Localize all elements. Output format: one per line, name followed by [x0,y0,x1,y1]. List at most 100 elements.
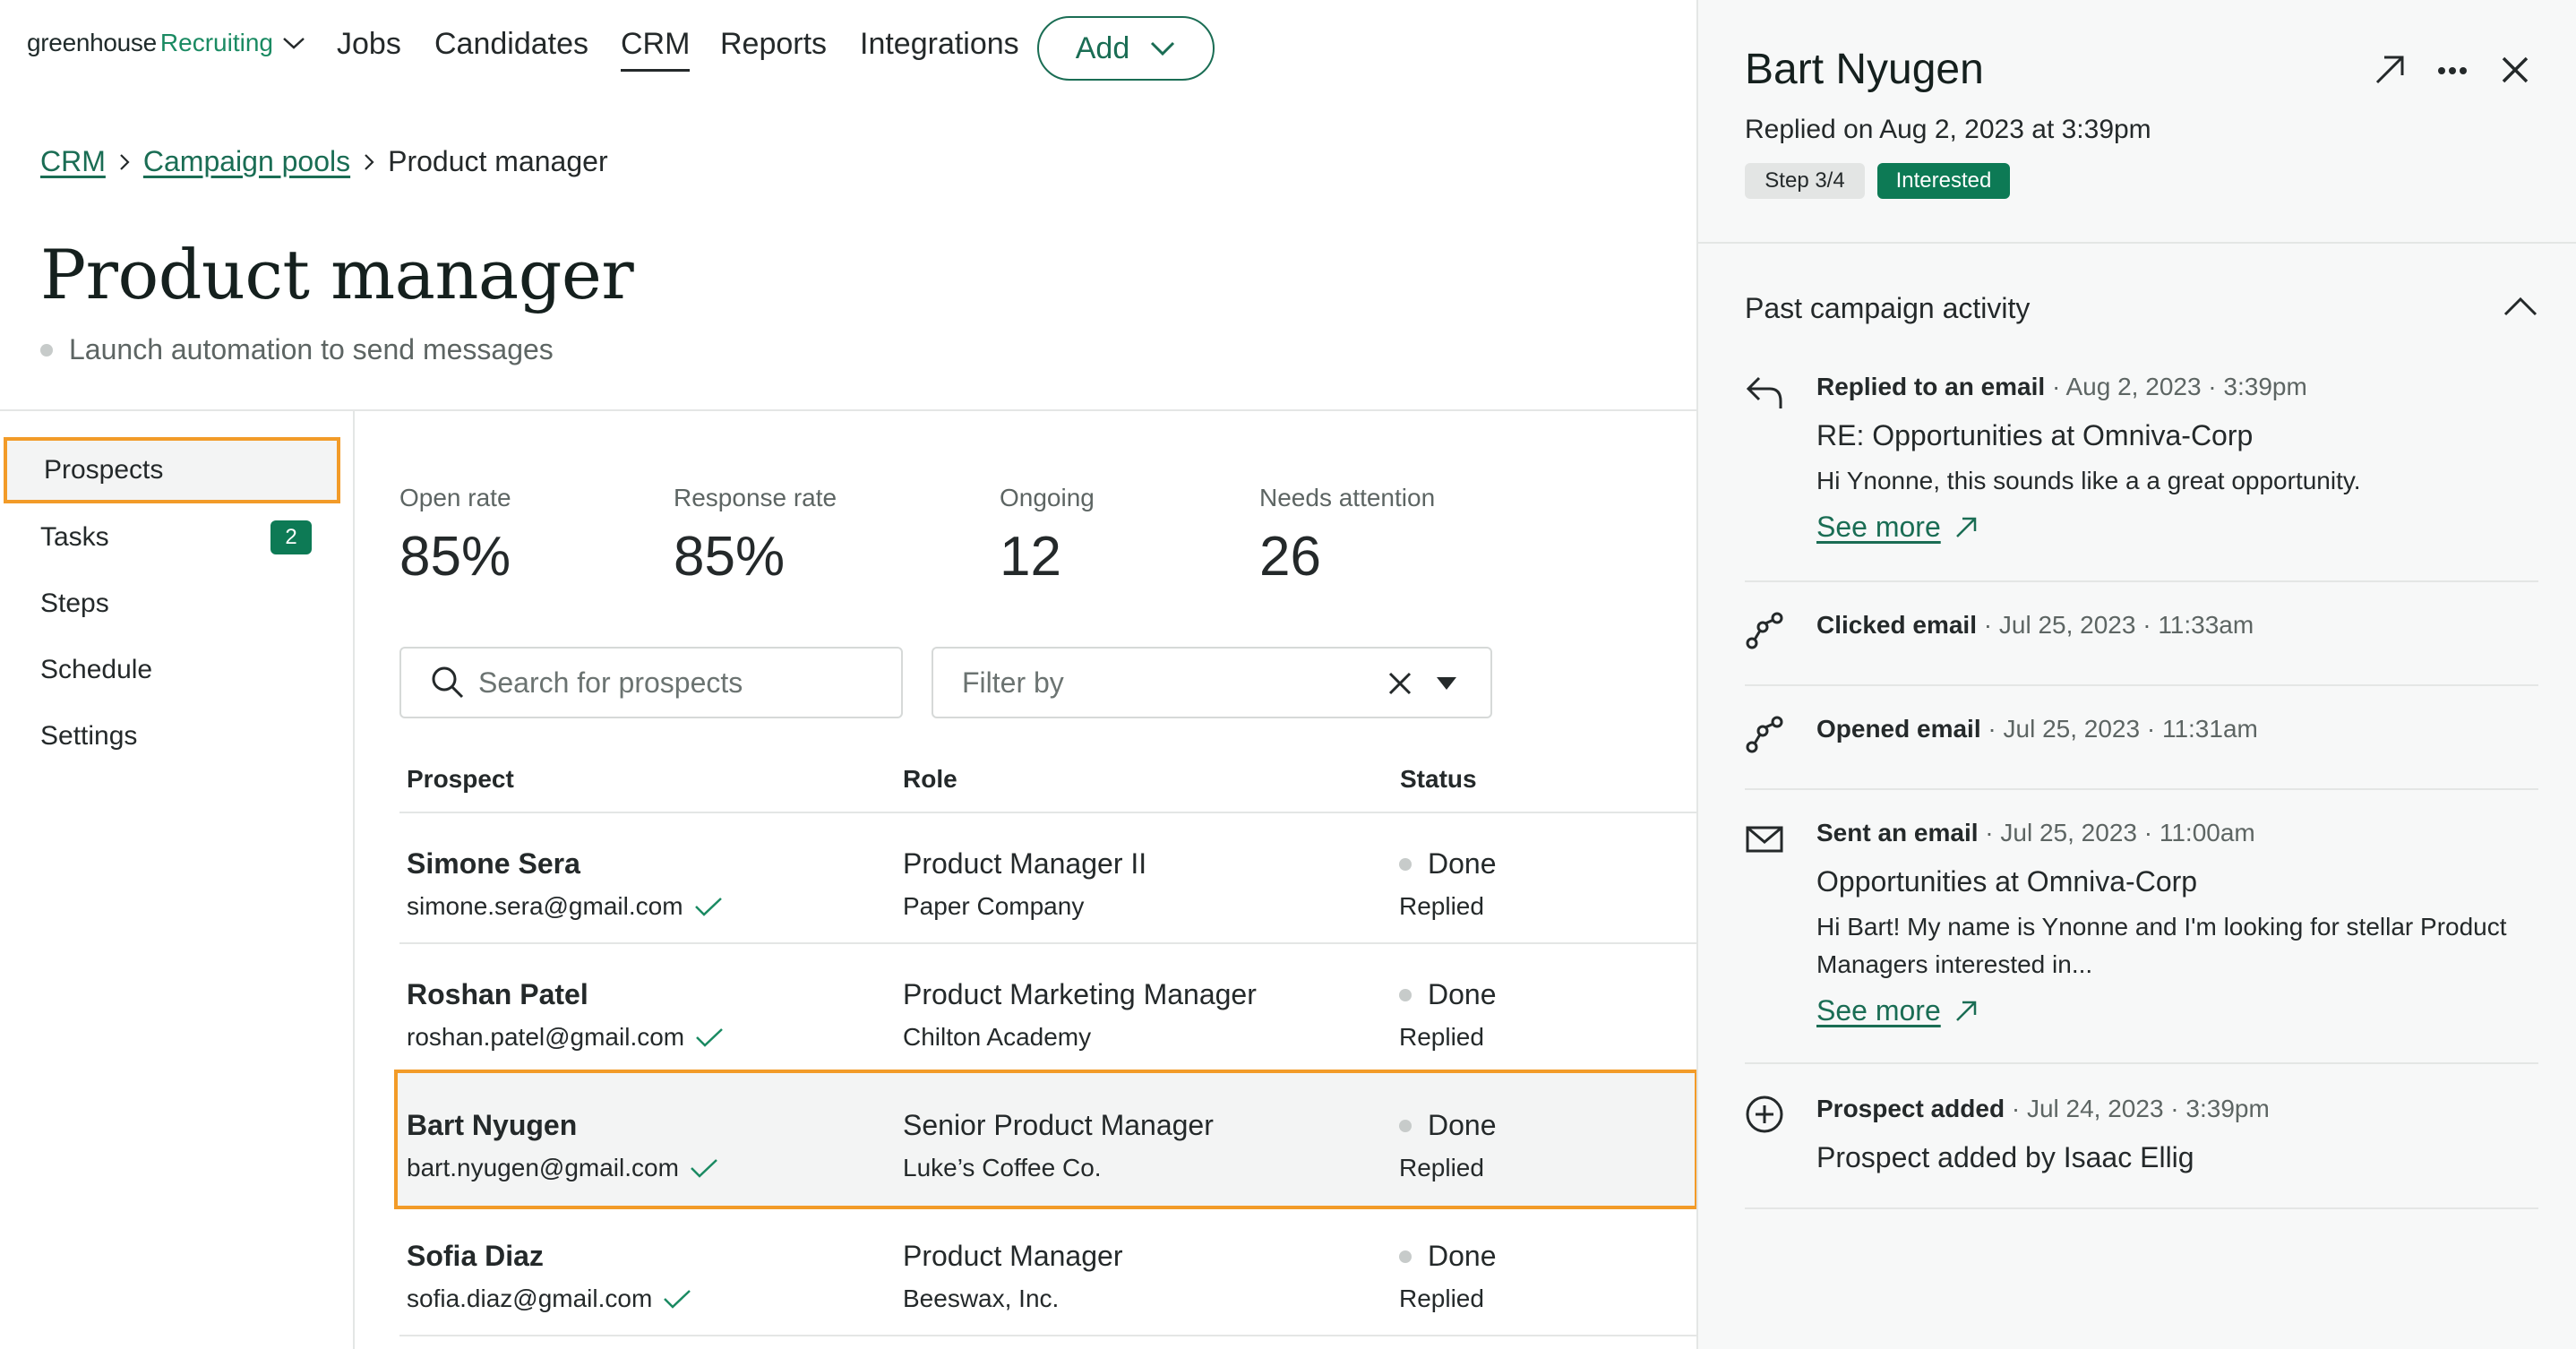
activity-divider [1745,1207,2538,1209]
prospect-status-text: Done [1428,1109,1497,1141]
step-badge: Step 3/4 [1745,163,1865,199]
breadcrumb: CRM Campaign pools Product manager [40,145,608,178]
sidebar-item-label: Tasks [40,522,109,552]
prospect-status: Done [1399,1109,1497,1142]
activity-header: Replied to an email · Aug 2, 2023 · 3:39… [1816,373,2307,401]
prospect-name[interactable]: Roshan Patel [407,978,588,1011]
prospect-name[interactable]: Sofia Diaz [407,1240,544,1273]
see-more-link[interactable]: See more [1816,511,1979,544]
prospect-email: simone.sera@gmail.com [407,892,723,921]
logo-brand: greenhouse [27,29,157,56]
sidebar-item-prospects[interactable]: Prospects [4,437,340,503]
prospect-email: sofia.diaz@gmail.com [407,1285,691,1313]
section-title: Past campaign activity [1745,292,2031,324]
nav-integrations[interactable]: Integrations [860,27,1019,62]
table-row-selected[interactable]: Bart Nyugen bart.nyugen@gmail.com Senior… [394,1070,1698,1209]
activity-meta: · Jul 24, 2023 · 3:39pm [2005,1095,2270,1122]
breadcrumb-crm[interactable]: CRM [40,145,106,178]
activity-header: Prospect added · Jul 24, 2023 · 3:39pm [1816,1095,2270,1123]
panel-prospect-name: Bart Nyugen [1745,46,1984,93]
logo-product: Recruiting [159,29,273,56]
metric-label: Ongoing [1000,484,1095,511]
panel-replied-date: Replied on Aug 2, 2023 at 3:39pm [1745,115,2151,144]
chevron-right-icon [363,152,375,172]
activity-body: Hi Ynonne, this sounds like a a great op… [1816,467,2361,494]
interested-badge: Interested [1877,163,2010,199]
prospect-status-text: Done [1428,847,1497,880]
prospect-detail-panel: Bart Nyugen Replied on Aug 2, 2023 at 3:… [1696,0,2576,1349]
verified-check-icon [694,896,723,917]
search-input[interactable]: Search for prospects [399,647,903,718]
status-dot [1399,857,1412,871]
metric-response-rate: Response rate 85% [674,484,837,589]
see-more-label: See more [1816,511,1941,543]
metric-ongoing: Ongoing 12 [1000,484,1095,589]
prospect-email-text: simone.sera@gmail.com [407,892,683,920]
chevron-up-icon[interactable] [2503,296,2538,317]
sidebar-item-tasks[interactable]: Tasks 2 [0,504,355,571]
prospect-substatus: Replied [1399,1023,1484,1051]
prospect-name[interactable]: Bart Nyugen [407,1109,577,1142]
close-icon[interactable] [2499,54,2531,86]
verified-check-icon [695,1027,724,1048]
see-more-link[interactable]: See more [1816,994,1979,1027]
sidebar-item-label: Prospects [44,455,164,485]
status-dot [40,343,53,357]
sidebar-item-label: Settings [40,721,138,751]
column-header-prospect[interactable]: Prospect [407,765,514,794]
activity-header: Opened email · Jul 25, 2023 · 11:31am [1816,715,2258,743]
prospect-substatus: Replied [1399,1154,1484,1181]
sidebar: Prospects Tasks 2 Steps Schedule Setting… [0,411,355,1349]
nav-jobs[interactable]: Jobs [337,27,401,62]
nav-reports[interactable]: Reports [720,27,827,62]
more-options-icon[interactable] [2434,57,2470,84]
prospect-status: Done [1399,1240,1497,1273]
prospect-email: roshan.patel@gmail.com [407,1023,724,1052]
verified-check-icon [690,1157,718,1179]
add-button[interactable]: Add [1037,16,1215,81]
search-placeholder: Search for prospects [478,666,743,699]
prospect-name[interactable]: Simone Sera [407,847,580,881]
add-button-label: Add [1075,30,1130,65]
filter-select[interactable]: Filter by [932,647,1492,718]
nav-candidates[interactable]: Candidates [434,27,588,62]
activity-divider [1745,684,2538,686]
prospect-role: Product Marketing Manager [903,978,1257,1010]
clear-filter-icon[interactable] [1387,670,1413,697]
click-path-icon [1745,715,1784,754]
sidebar-item-settings[interactable]: Settings [0,703,355,769]
chevron-down-icon[interactable] [282,36,305,50]
tasks-count-badge: 2 [270,520,312,554]
nav-crm[interactable]: CRM [621,27,691,72]
sidebar-item-label: Schedule [40,655,153,684]
activity-title: Prospect added by Isaac Ellig [1816,1141,2194,1173]
prospect-role: Product Manager [903,1240,1123,1272]
activity-action: Replied to an email [1816,373,2046,400]
prospect-company: Paper Company [903,892,1085,920]
prospect-role: Senior Product Manager [903,1109,1214,1141]
envelope-icon [1745,819,1784,858]
column-header-status[interactable]: Status [1400,765,1477,794]
app-logo[interactable]: greenhouse Recruiting [27,29,305,57]
prospect-company: Chilton Academy [903,1023,1092,1051]
caret-down-icon[interactable] [1435,675,1458,692]
column-header-role[interactable]: Role [903,765,957,794]
breadcrumb-campaign-pools[interactable]: Campaign pools [143,145,350,178]
open-external-icon[interactable] [2372,52,2408,88]
metric-needs-attention: Needs attention 26 [1259,484,1435,589]
sidebar-item-schedule[interactable]: Schedule [0,637,355,703]
activity-body: Hi Bart! My name is Ynonne and I'm looki… [1816,913,2507,978]
breadcrumb-current: Product manager [388,145,608,177]
prospect-status-text: Done [1428,1240,1497,1272]
activity-title: RE: Opportunities at Omniva-Corp [1816,419,2254,451]
activity-divider [1745,580,2538,582]
row-divider [399,1335,1696,1336]
verified-check-icon [663,1288,691,1310]
table-row[interactable]: Simone Sera simone.sera@gmail.com Produc… [399,813,1696,944]
page-title: Product manager [40,235,634,314]
chevron-right-icon [118,152,131,172]
table-row[interactable]: Sofia Diaz sofia.diaz@gmail.com Product … [399,1206,1696,1336]
table-row[interactable]: Roshan Patel roshan.patel@gmail.com Prod… [399,944,1696,1075]
prospect-email: bart.nyugen@gmail.com [407,1154,718,1182]
sidebar-item-steps[interactable]: Steps [0,571,355,637]
